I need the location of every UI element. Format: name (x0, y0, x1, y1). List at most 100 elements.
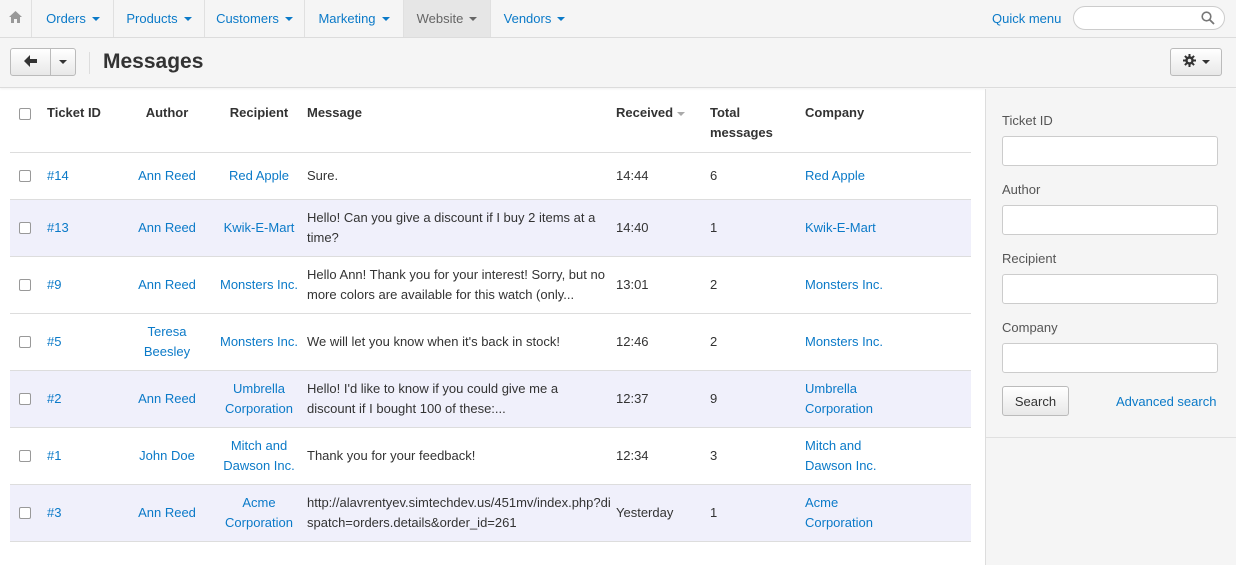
column-header-total-messages[interactable]: Total messages (710, 89, 805, 153)
total-messages-count: 6 (710, 167, 718, 183)
author-link[interactable]: John Doe (139, 448, 195, 463)
company-link[interactable]: Red Apple (805, 168, 865, 183)
row-checkbox[interactable] (19, 336, 31, 349)
author-label: Author (1002, 182, 1041, 197)
nav-website-label: Website (416, 11, 464, 26)
row-checkbox[interactable] (19, 450, 31, 463)
chevron-down-icon (1201, 60, 1210, 64)
row-checkbox[interactable] (19, 279, 31, 292)
nav-vendors-label: Vendors (503, 11, 552, 26)
author-link[interactable]: Ann Reed (138, 220, 196, 235)
column-header-ticket-id[interactable]: Ticket ID (47, 89, 123, 153)
message-text: Hello! I'd like to know if you could giv… (307, 380, 559, 416)
ticket-id-link[interactable]: #5 (47, 334, 61, 349)
author-link[interactable]: Ann Reed (138, 277, 196, 292)
sidebar-divider (986, 437, 1236, 438)
ticket-id-link[interactable]: #14 (47, 168, 69, 183)
received-time: 13:01 (616, 276, 649, 292)
quick-menu-link[interactable]: Quick menu (992, 11, 1061, 26)
row-checkbox[interactable] (19, 393, 31, 406)
recipient-link[interactable]: Mitch and Dawson Inc. (223, 438, 295, 473)
table-row: #9 Ann Reed Monsters Inc. Hello Ann! Tha… (10, 256, 971, 314)
chevron-down-icon (183, 16, 192, 21)
nav-orders[interactable]: Orders (33, 0, 114, 37)
ticket-id-link[interactable]: #9 (47, 277, 61, 292)
table-header-row: Ticket ID Author Recipient Message Recei… (10, 89, 971, 153)
author-link[interactable]: Ann Reed (138, 505, 196, 520)
column-header-message: Message (307, 89, 616, 153)
recipient-field[interactable] (1002, 274, 1218, 304)
ticket-id-link[interactable]: #2 (47, 391, 61, 406)
message-text: We will let you know when it's back in s… (307, 333, 560, 349)
table-row: #1 John Doe Mitch and Dawson Inc. Thank … (10, 427, 971, 485)
total-messages-count: 2 (710, 276, 718, 292)
ticket-id-link[interactable]: #13 (47, 220, 69, 235)
recipient-link[interactable]: Kwik-E-Mart (224, 220, 295, 235)
chevron-down-icon (557, 16, 566, 21)
table-row: #13 Ann Reed Kwik-E-Mart Hello! Can you … (10, 199, 971, 257)
home-icon (9, 11, 22, 26)
search-button[interactable]: Search (1002, 386, 1069, 416)
company-link[interactable]: Mitch and Dawson Inc. (805, 438, 877, 473)
search-icon[interactable] (1201, 11, 1215, 28)
settings-dropdown-button[interactable] (1170, 48, 1222, 76)
recipient-link[interactable]: Umbrella Corporation (225, 381, 293, 416)
ticket-id-field[interactable] (1002, 136, 1218, 166)
company-label: Company (1002, 320, 1058, 335)
nav-customers[interactable]: Customers (205, 0, 305, 37)
received-time: 12:37 (616, 390, 649, 406)
recipient-link[interactable]: Acme Corporation (225, 495, 293, 530)
recipient-link[interactable]: Monsters Inc. (220, 334, 298, 349)
author-link[interactable]: Teresa Beesley (144, 324, 190, 359)
company-link[interactable]: Umbrella Corporation (805, 381, 873, 416)
ticket-id-link[interactable]: #3 (47, 505, 61, 520)
message-text: Thank you for your feedback! (307, 447, 476, 463)
company-link[interactable]: Monsters Inc. (805, 334, 883, 349)
received-time: 14:44 (616, 167, 649, 183)
company-link[interactable]: Kwik-E-Mart (805, 220, 876, 235)
nav-products[interactable]: Products (114, 0, 205, 37)
column-header-recipient[interactable]: Recipient (211, 89, 307, 153)
row-checkbox[interactable] (19, 507, 31, 520)
table-row: #5 Teresa Beesley Monsters Inc. We will … (10, 313, 971, 371)
advanced-search-link[interactable]: Advanced search (1116, 394, 1216, 409)
row-checkbox[interactable] (19, 170, 31, 183)
search-input[interactable] (1084, 7, 1204, 29)
gear-icon (1182, 54, 1196, 70)
company-link[interactable]: Acme Corporation (805, 495, 873, 530)
home-button[interactable] (0, 0, 32, 37)
column-header-author[interactable]: Author (123, 89, 211, 153)
row-checkbox[interactable] (19, 222, 31, 235)
recipient-link[interactable]: Monsters Inc. (220, 277, 298, 292)
recipient-link[interactable]: Red Apple (229, 168, 289, 183)
back-button-group (10, 48, 76, 76)
received-time: 14:40 (616, 219, 649, 235)
chevron-down-icon (469, 16, 478, 21)
back-button[interactable] (11, 49, 51, 75)
select-all-checkbox[interactable] (19, 107, 31, 120)
total-messages-count: 9 (710, 390, 718, 406)
chevron-down-icon (91, 16, 100, 21)
company-link[interactable]: Monsters Inc. (805, 277, 883, 292)
search-sidebar: Ticket ID Author Recipient Company Searc… (985, 89, 1236, 565)
message-text: Sure. (307, 167, 339, 183)
table-row: #14 Ann Reed Red Apple Sure. 14:44 6 Red… (10, 152, 971, 200)
nav-vendors[interactable]: Vendors (491, 0, 578, 37)
ticket-id-label: Ticket ID (1002, 113, 1053, 128)
column-header-company[interactable]: Company (805, 89, 971, 153)
column-header-received[interactable]: Received (616, 89, 710, 153)
history-dropdown-button[interactable] (51, 49, 75, 75)
author-field[interactable] (1002, 205, 1218, 235)
author-link[interactable]: Ann Reed (138, 168, 196, 183)
author-link[interactable]: Ann Reed (138, 391, 196, 406)
total-messages-count: 3 (710, 447, 718, 463)
messages-table-container: Ticket ID Author Recipient Message Recei… (10, 89, 971, 542)
total-messages-count: 2 (710, 333, 718, 349)
select-all-cell (10, 89, 47, 153)
nav-marketing[interactable]: Marketing (305, 0, 404, 37)
company-field[interactable] (1002, 343, 1218, 373)
table-row: #3 Ann Reed Acme Corporation http://alav… (10, 484, 971, 542)
nav-orders-label: Orders (46, 11, 86, 26)
ticket-id-link[interactable]: #1 (47, 448, 61, 463)
nav-website[interactable]: Website (404, 0, 491, 37)
